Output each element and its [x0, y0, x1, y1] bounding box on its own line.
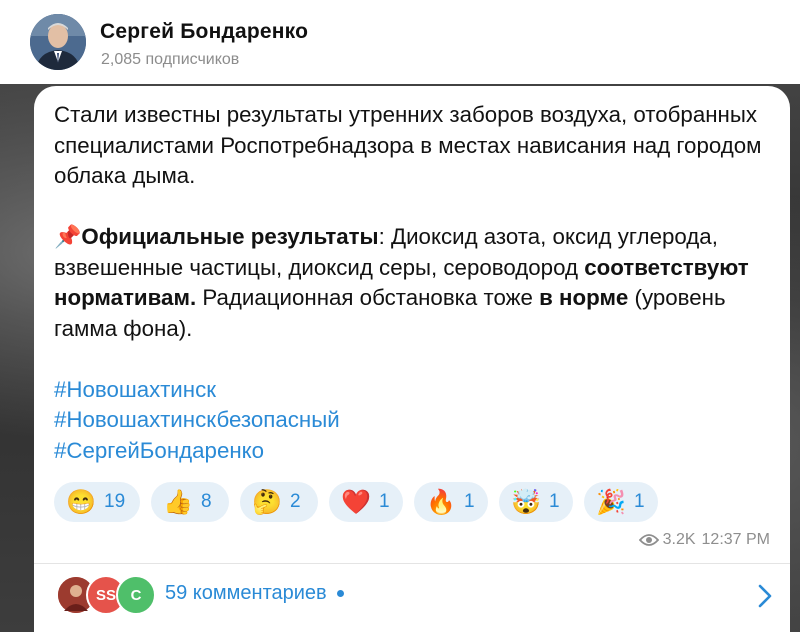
pin-icon: 📌 [54, 224, 82, 249]
hashtag-link[interactable]: #Новошахтинск [54, 377, 216, 402]
reaction-thinking[interactable]: 🤔 2 [240, 482, 318, 522]
comments-label-text: 59 комментариев [165, 582, 327, 604]
party-emoji-icon: 🎉 [596, 488, 626, 516]
hashtag-link[interactable]: #СергейБондаренко [54, 438, 264, 463]
grin-emoji-icon: 😁 [66, 488, 96, 516]
heart-emoji-icon: ❤️ [341, 488, 371, 516]
post-meta: 3.2K 12:37 PM [638, 531, 770, 549]
reaction-count: 1 [634, 491, 645, 512]
radiation-text: Радиационная обстановка тоже [196, 285, 540, 310]
in-norm-bold: в норме [539, 285, 629, 310]
reaction-heart[interactable]: ❤️ 1 [329, 482, 403, 522]
reaction-mind-blown[interactable]: 🤯 1 [499, 482, 573, 522]
reaction-thumbs-up[interactable]: 👍 8 [151, 482, 229, 522]
view-count: 3.2K [662, 531, 696, 548]
reaction-fire[interactable]: 🔥 1 [414, 482, 488, 522]
mind-blown-emoji-icon: 🤯 [511, 488, 541, 516]
results-heading: Официальные результаты [81, 224, 379, 249]
channel-name[interactable]: Сергей Бондаренко [100, 20, 308, 44]
channel-avatar[interactable] [30, 14, 86, 70]
hashtag-link[interactable]: #Новошахтинскбезопасный [54, 407, 340, 432]
thumbs-up-emoji-icon: 👍 [163, 488, 193, 516]
reaction-count: 19 [104, 491, 126, 512]
post-paragraph-1: Стали известны результаты утренних забор… [54, 102, 762, 188]
channel-header[interactable]: Сергей Бондаренко 2,085 подписчиков [0, 0, 800, 84]
fire-emoji-icon: 🔥 [426, 488, 456, 516]
post-time: 12:37 PM [701, 531, 770, 548]
reaction-count: 8 [201, 491, 212, 512]
comments-button[interactable]: SS C 59 комментариев [34, 564, 790, 632]
post-text: Стали известны результаты утренних забор… [54, 100, 774, 466]
reaction-party[interactable]: 🎉 1 [584, 482, 658, 522]
comments-count[interactable]: 59 комментариев [165, 582, 344, 605]
reaction-count: 1 [464, 491, 475, 512]
commenter-avatar: C [116, 575, 156, 615]
reaction-count: 2 [290, 491, 301, 512]
reaction-count: 1 [549, 491, 560, 512]
reaction-grin[interactable]: 😁 19 [54, 482, 140, 522]
chevron-right-icon[interactable] [758, 584, 772, 608]
reaction-count: 1 [379, 491, 390, 512]
unread-dot [336, 590, 344, 598]
thinking-emoji-icon: 🤔 [252, 488, 282, 516]
post-bubble: Стали известны результаты утренних забор… [34, 86, 790, 632]
post-paragraph-2: 📌Официальные результаты: Диоксид азота, … [54, 222, 774, 344]
eye-icon [638, 534, 659, 546]
subscriber-count: 2,085 подписчиков [101, 51, 240, 68]
